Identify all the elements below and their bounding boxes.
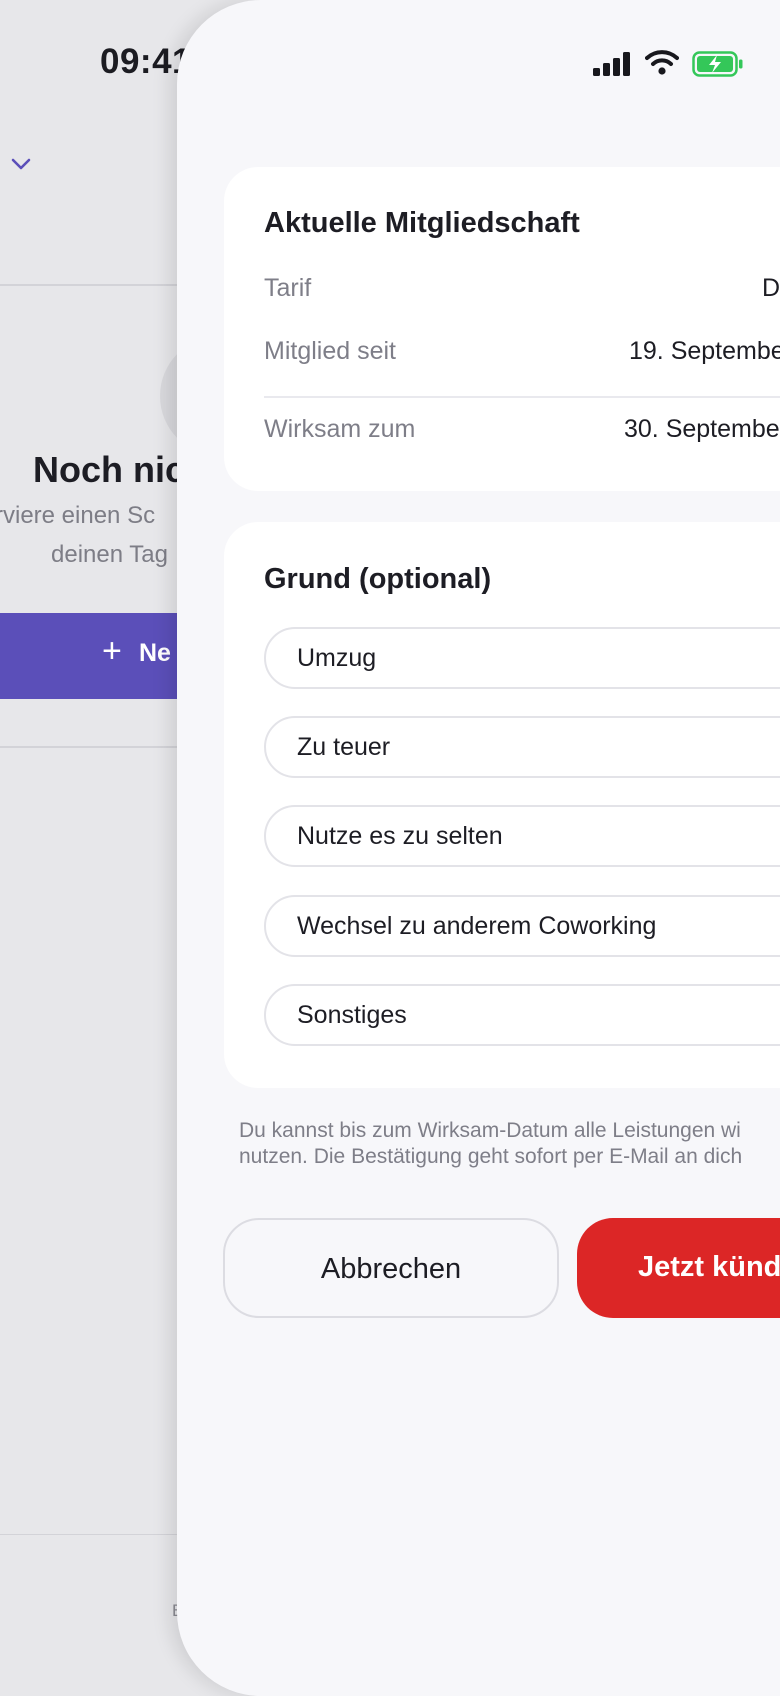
empty-state-subtitle-line2: deinen Tag (51, 541, 168, 568)
reason-option-label: Zu teuer (297, 733, 391, 761)
wifi-icon (645, 50, 679, 75)
reason-option-selten[interactable]: Nutze es zu selten (264, 805, 780, 867)
effective-date-label: Wirksam zum (264, 415, 416, 443)
reason-option-zu-teuer[interactable]: Zu teuer (264, 716, 780, 778)
empty-state-subtitle: rviere einen Sc (0, 502, 156, 529)
effective-date-value: 30. Septembe (624, 415, 780, 443)
signal-icon (593, 52, 631, 76)
status-bar-icons (593, 48, 753, 82)
cancel-button[interactable]: Abbrechen (223, 1218, 559, 1318)
confirm-cancel-button[interactable]: Jetzt künd (577, 1218, 780, 1318)
reason-heading: Grund (optional) (264, 563, 492, 595)
chevron-down-icon[interactable] (10, 155, 32, 173)
reason-card: Grund (optional) Umzug Zu teuer Nutze es… (224, 522, 780, 1088)
tariff-label: Tarif (264, 274, 312, 302)
tariff-value: Da (762, 274, 780, 302)
cancel-membership-sheet: Aktuelle Mitgliedschaft Tarif Da Mitglie… (177, 0, 780, 1696)
reason-option-label: Sonstiges (297, 1001, 407, 1029)
divider (264, 396, 780, 398)
reason-option-label: Wechsel zu anderem Coworking (297, 912, 657, 940)
reason-option-coworking[interactable]: Wechsel zu anderem Coworking (264, 895, 780, 957)
info-note-line2: nutzen. Die Bestätigung geht sofort per … (239, 1145, 743, 1168)
confirm-button-label: Jetzt künd (638, 1251, 780, 1283)
member-since-value: 19. Septembe (629, 337, 780, 365)
reason-option-label: Umzug (297, 644, 377, 672)
info-note-line1: Du kannst bis zum Wirksam-Datum alle Lei… (239, 1119, 741, 1142)
reason-option-label: Nutze es zu selten (297, 822, 503, 850)
plus-icon: + (102, 632, 122, 670)
new-booking-label: Ne (139, 639, 171, 667)
empty-state-title: Noch nic (33, 449, 186, 490)
info-note: Du kannst bis zum Wirksam-Datum alle Lei… (239, 1118, 742, 1170)
member-since-label: Mitglied seit (264, 337, 396, 365)
membership-heading: Aktuelle Mitgliedschaft (264, 207, 580, 239)
cancel-button-label: Abbrechen (320, 1253, 462, 1285)
reason-option-umzug[interactable]: Umzug (264, 627, 780, 689)
reason-option-sonstiges[interactable]: Sonstiges (264, 984, 780, 1046)
battery-charging-icon (692, 51, 743, 77)
membership-card: Aktuelle Mitgliedschaft Tarif Da Mitglie… (224, 167, 780, 491)
